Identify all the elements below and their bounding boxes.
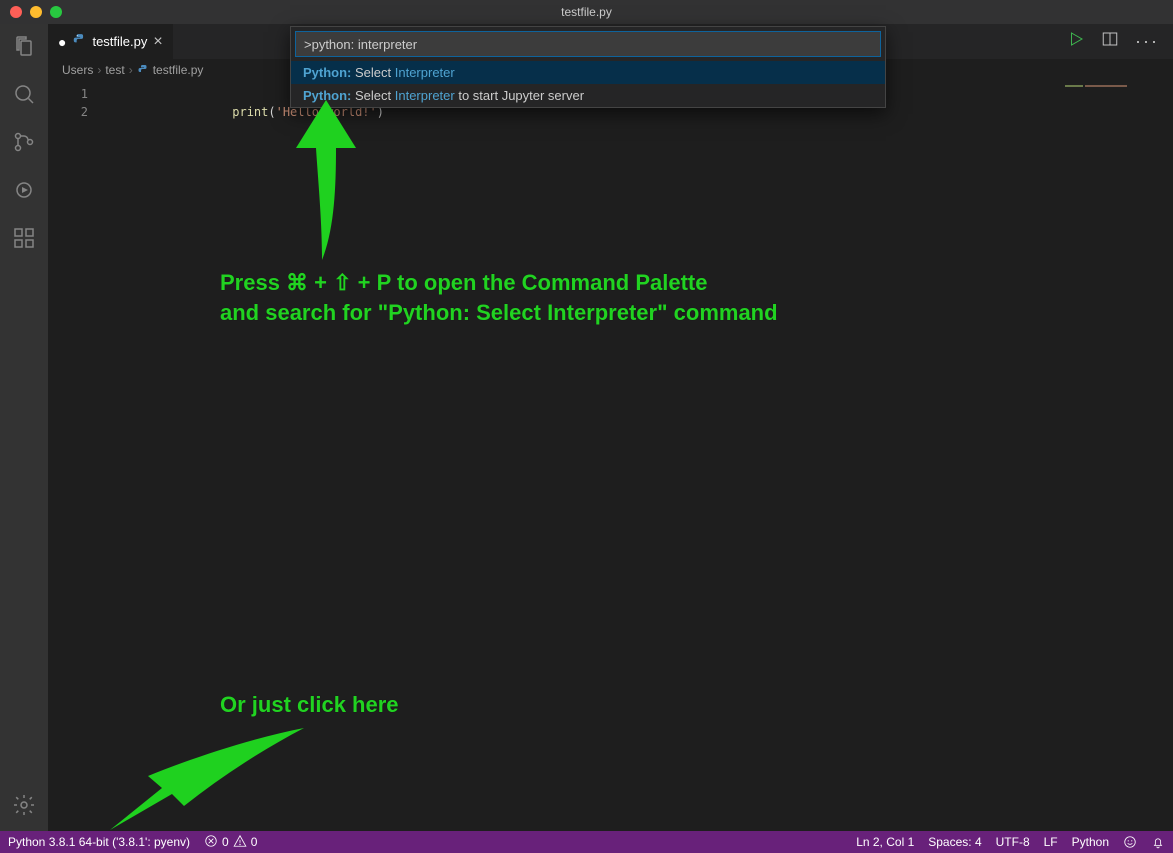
python-file-icon [72, 33, 86, 50]
palette-item-prefix: Python: [303, 65, 351, 80]
settings-gear-icon[interactable] [10, 791, 38, 819]
minimap[interactable] [1065, 85, 1155, 101]
window-title: testfile.py [561, 5, 612, 19]
explorer-icon[interactable] [10, 32, 38, 60]
activity-bar [0, 24, 48, 831]
source-control-icon[interactable] [10, 128, 38, 156]
window-maximize-button[interactable] [50, 6, 62, 18]
titlebar: testfile.py [0, 0, 1173, 24]
tab-filename: testfile.py [92, 34, 147, 49]
breadcrumb-seg[interactable]: testfile.py [153, 63, 204, 77]
window-minimize-button[interactable] [30, 6, 42, 18]
palette-item-text: Select [351, 88, 394, 103]
palette-item-text: Select [351, 65, 394, 80]
notifications-icon[interactable] [1151, 835, 1165, 849]
eol-status[interactable]: LF [1044, 835, 1058, 849]
line-number-gutter: 1 2 [48, 81, 106, 121]
palette-item-suffix: to start Jupyter server [455, 88, 584, 103]
indentation-status[interactable]: Spaces: 4 [928, 835, 981, 849]
palette-item-prefix: Python: [303, 88, 351, 103]
search-icon[interactable] [10, 80, 38, 108]
split-editor-icon[interactable] [1101, 30, 1119, 53]
line-number: 1 [48, 85, 106, 103]
status-bar: Python 3.8.1 64-bit ('3.8.1': pyenv) 0 0… [0, 831, 1173, 853]
breadcrumb-seg[interactable]: test [105, 63, 124, 77]
warning-count: 0 [251, 835, 258, 849]
extensions-icon[interactable] [10, 224, 38, 252]
command-palette: Python: Select Interpreter Python: Selec… [290, 26, 886, 108]
line-number: 2 [48, 103, 106, 121]
editor-body[interactable]: 1 2 print('Hello world!') [48, 81, 1173, 831]
code-token: print [232, 105, 268, 119]
chevron-right-icon: › [129, 63, 133, 77]
warning-icon [233, 834, 247, 851]
chevron-right-icon: › [97, 63, 101, 77]
command-palette-list: Python: Select Interpreter Python: Selec… [291, 61, 885, 107]
problems-status[interactable]: 0 0 [204, 834, 257, 851]
palette-item-match: Interpreter [395, 88, 455, 103]
python-file-icon [137, 63, 149, 77]
python-interpreter-status[interactable]: Python 3.8.1 64-bit ('3.8.1': pyenv) [8, 835, 190, 849]
palette-item-match: Interpreter [395, 65, 455, 80]
breadcrumb-seg[interactable]: Users [62, 63, 93, 77]
encoding-status[interactable]: UTF-8 [996, 835, 1030, 849]
window-close-button[interactable] [10, 6, 22, 18]
error-icon [204, 834, 218, 851]
error-count: 0 [222, 835, 229, 849]
tab-close-icon[interactable]: × [153, 35, 162, 49]
editor-tab-testfile[interactable]: ● testfile.py × [48, 24, 174, 59]
command-palette-item[interactable]: Python: Select Interpreter to start Jupy… [291, 84, 885, 107]
command-palette-item[interactable]: Python: Select Interpreter [291, 61, 885, 84]
command-palette-input[interactable] [295, 31, 881, 57]
cursor-position-status[interactable]: Ln 2, Col 1 [856, 835, 914, 849]
more-actions-icon[interactable]: ··· [1135, 31, 1159, 52]
scrollbar-vertical[interactable] [1159, 81, 1173, 831]
feedback-icon[interactable] [1123, 835, 1137, 849]
debug-icon[interactable] [10, 176, 38, 204]
dirty-indicator-icon: ● [58, 34, 66, 50]
language-mode-status[interactable]: Python [1072, 835, 1109, 849]
run-file-icon[interactable] [1067, 30, 1085, 53]
code-token: ( [268, 105, 275, 119]
